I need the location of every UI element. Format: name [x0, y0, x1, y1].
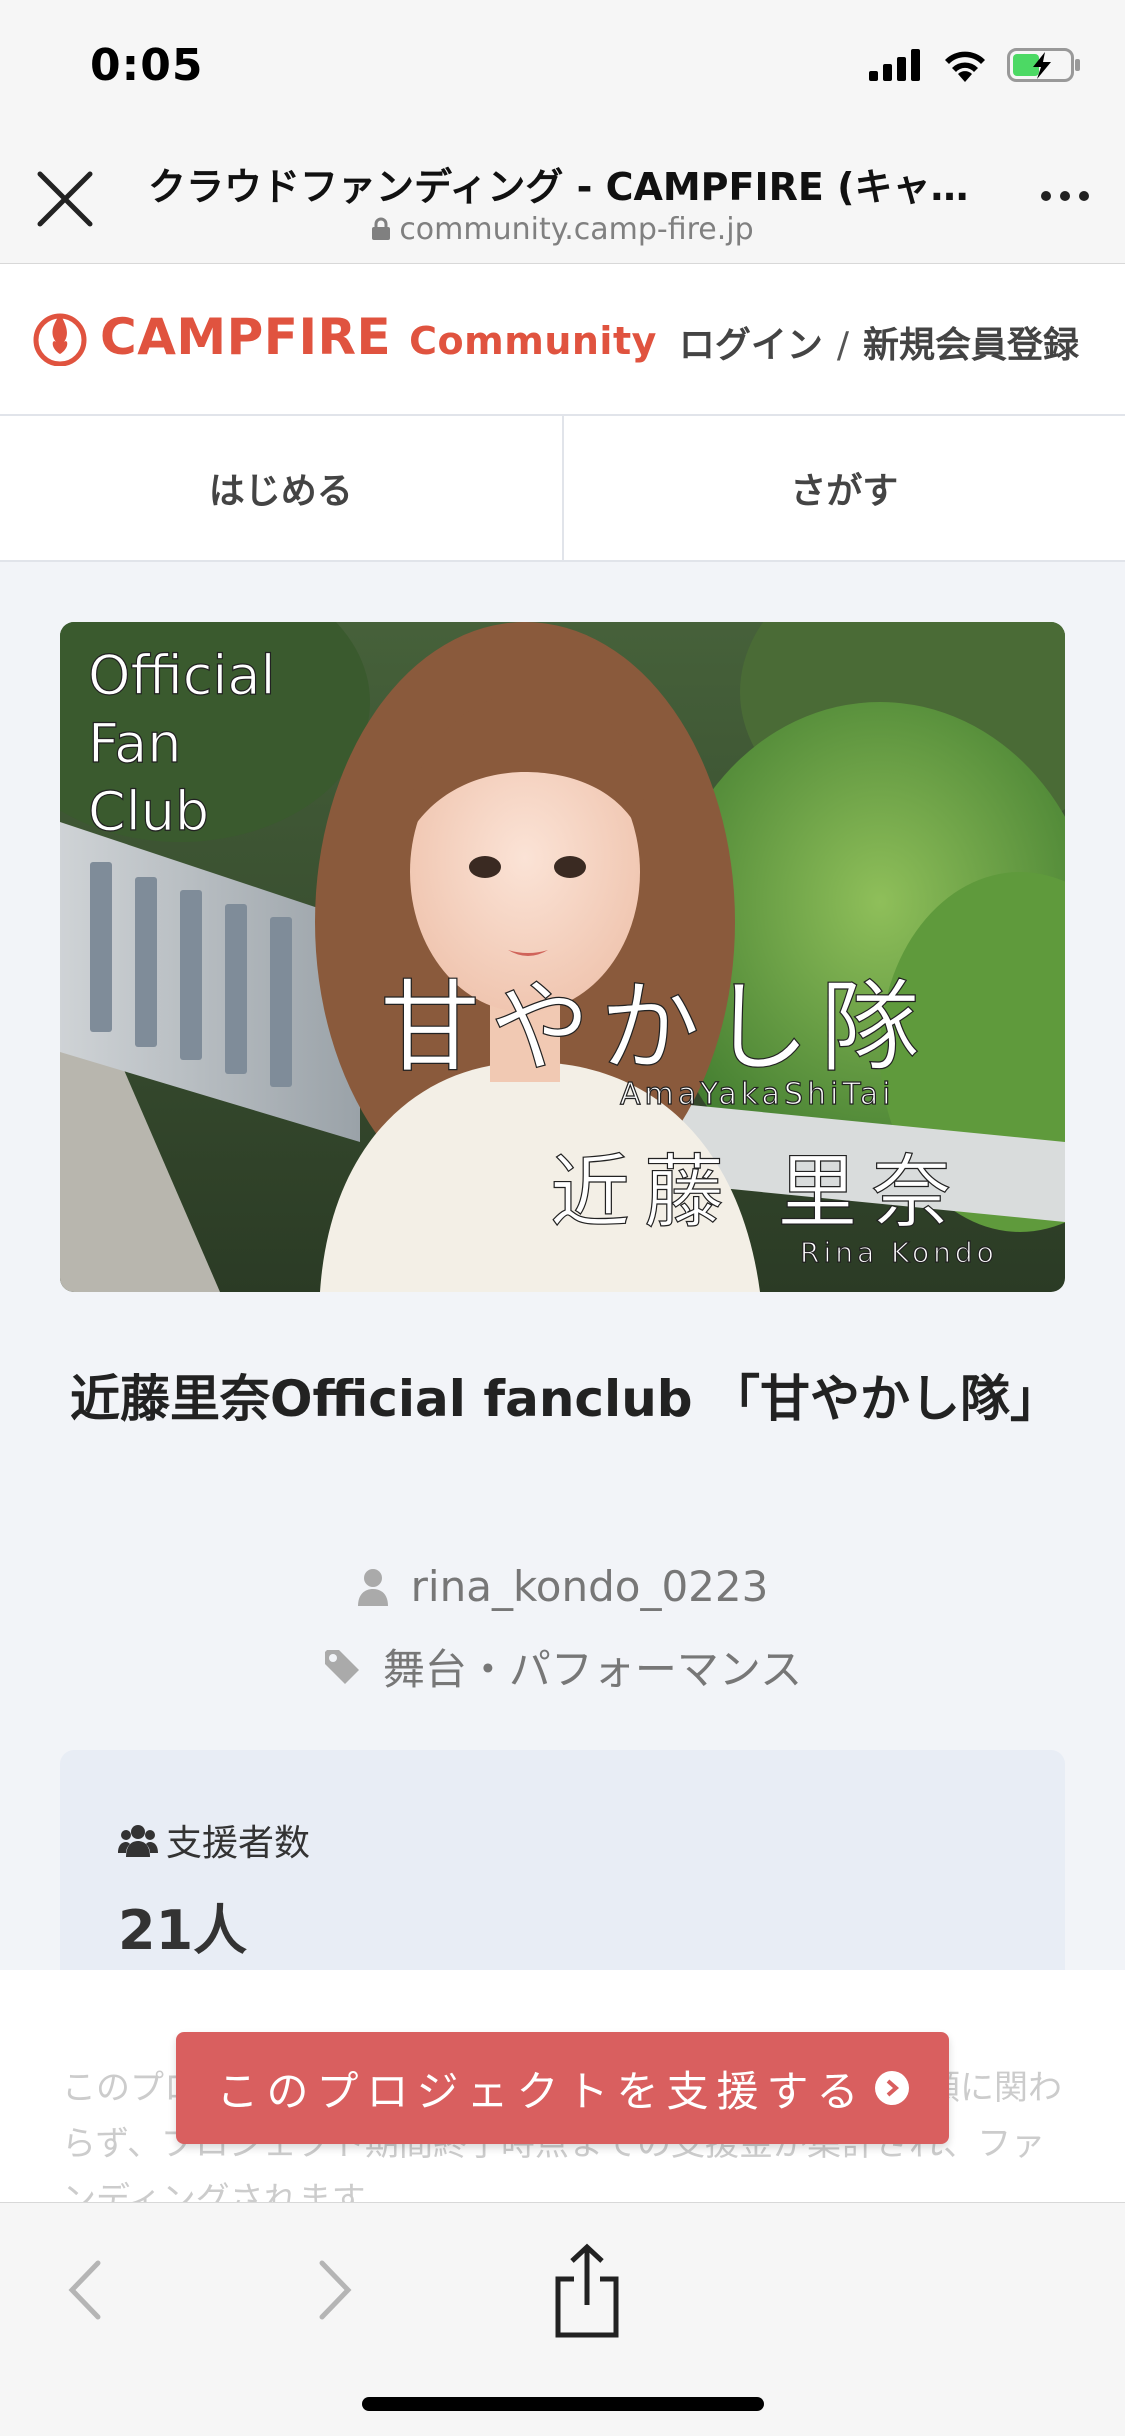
- hero-text-club: Club: [88, 780, 209, 843]
- nav-start[interactable]: はじめる: [0, 416, 562, 560]
- project-owner-name: rina_kondo_0223: [410, 1562, 769, 1611]
- battery-charging-icon: [1007, 48, 1080, 82]
- hero-illustration: Official Fan Club 甘やかし隊 AmaYakaShiTai 近藤…: [60, 622, 1065, 1292]
- auth-separator: /: [836, 325, 849, 366]
- hero-text-name: 近藤 里奈: [550, 1146, 965, 1239]
- logo-sub: Community: [409, 319, 657, 363]
- supporters-label: 支援者数: [118, 1814, 310, 1866]
- browser-page-title: クラウドファンディング - CAMPFIRE (キャ…: [148, 165, 969, 209]
- status-bar: 0:05: [0, 0, 1125, 132]
- register-link[interactable]: 新規会員登録: [863, 325, 1079, 366]
- support-project-button[interactable]: このプロジェクトを支援する: [176, 2032, 949, 2144]
- more-options-icon[interactable]: [1041, 184, 1089, 208]
- campfire-logo[interactable]: CAMPFIRE Community: [32, 308, 657, 366]
- browser-header: クラウドファンディング - CAMPFIRE (キャ… community.ca…: [0, 132, 1125, 264]
- support-project-label: このプロジェクトを支援する: [216, 2066, 867, 2116]
- browser-toolbar: [0, 2202, 1125, 2436]
- home-indicator: [362, 2397, 764, 2411]
- stats-card: 支援者数 21人: [60, 1750, 1065, 1970]
- browser-url[interactable]: community.camp-fire.jp: [0, 212, 1125, 247]
- cta-bar: このプロジェクトは、All-in方式で実施されます。目標金額に関わらず、プロジェ…: [0, 1970, 1125, 2220]
- user-icon: [357, 1568, 388, 1606]
- supporters-value: 21人: [118, 1899, 248, 1962]
- site-header: CAMPFIRE Community ログイン / 新規会員登録: [0, 264, 1125, 416]
- campfire-flame-icon: [33, 313, 87, 366]
- main-nav: はじめる さがす: [0, 416, 1125, 562]
- logo-text: CAMPFIRE Community: [100, 308, 657, 366]
- nav-search[interactable]: さがす: [561, 416, 1125, 560]
- hero-text-amayakashi-romaji: AmaYakaShiTai: [620, 1077, 894, 1112]
- hero-text-name-romaji: Rina Kondo: [800, 1236, 998, 1269]
- browser-url-text: community.camp-fire.jp: [399, 212, 754, 247]
- supporters-label-text: 支援者数: [166, 1823, 311, 1864]
- back-icon[interactable]: [58, 2255, 112, 2325]
- project-hero-image[interactable]: Official Fan Club 甘やかし隊 AmaYakaShiTai 近藤…: [60, 622, 1065, 1292]
- forward-icon[interactable]: [308, 2255, 362, 2325]
- cellular-icon: [869, 49, 920, 81]
- logo-main: CAMPFIRE: [100, 308, 392, 366]
- auth-links: ログイン / 新規会員登録: [679, 316, 1079, 368]
- wifi-icon: [945, 51, 985, 82]
- project-owner[interactable]: rina_kondo_0223: [0, 1562, 1125, 1611]
- status-icons: [869, 48, 1081, 82]
- hero-text-official: Official: [88, 644, 276, 707]
- project-title: 近藤里奈Official fanclub 「甘やかし隊」: [70, 1370, 1060, 1428]
- status-time: 0:05: [90, 40, 204, 91]
- users-icon: [118, 1825, 158, 1857]
- chevron-right-circle-icon: [874, 2071, 909, 2105]
- project-category-label: 舞台・パフォーマンス: [382, 1645, 803, 1694]
- hero-text-fan: Fan: [88, 712, 181, 775]
- share-icon[interactable]: [552, 2241, 622, 2341]
- login-link[interactable]: ログイン: [679, 325, 823, 366]
- lock-icon: [372, 217, 391, 240]
- tag-icon: [324, 1649, 359, 1684]
- hero-text-amayakashi: 甘やかし隊: [380, 969, 930, 1086]
- project-category[interactable]: 舞台・パフォーマンス: [0, 1636, 1125, 1697]
